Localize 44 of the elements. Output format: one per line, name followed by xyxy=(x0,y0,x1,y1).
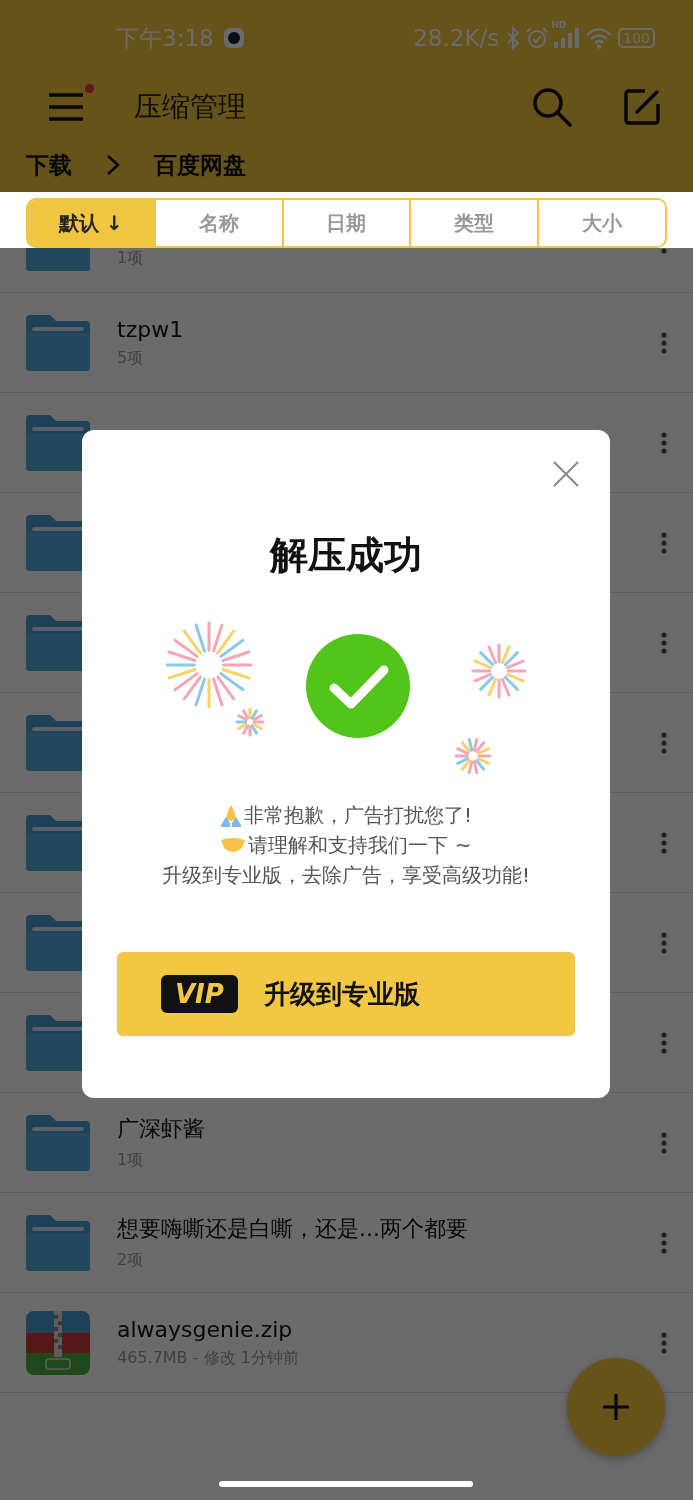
file-name: tzpw1 xyxy=(117,316,185,342)
wifi-icon xyxy=(585,27,614,49)
file-name: alwaysgenie.zip xyxy=(117,1316,294,1342)
sort-tab[interactable]: 默认 ↓ xyxy=(28,200,154,246)
dialog-message: 非常抱歉，广告打扰您了! xyxy=(244,802,472,829)
status-time: 下午3:18 xyxy=(116,23,214,53)
search-icon xyxy=(531,86,573,128)
alarm-icon xyxy=(525,26,550,50)
app-title: 压缩管理 xyxy=(134,89,246,125)
breadcrumb-item[interactable]: 百度网盘 xyxy=(154,149,246,181)
file-name: 想要嗨嘶还是白嘶，还是...两个都要 xyxy=(117,1215,469,1243)
folder-icon xyxy=(26,1114,90,1171)
search-button[interactable] xyxy=(531,86,573,128)
app-notification-icon xyxy=(222,27,245,49)
vip-badge: VIP xyxy=(161,975,238,1013)
plus-icon xyxy=(602,1393,630,1421)
sort-tab[interactable]: 大小 xyxy=(537,200,665,246)
signal-icon xyxy=(554,28,581,48)
folder-icon xyxy=(26,314,90,371)
edit-icon xyxy=(623,88,661,126)
edit-button[interactable] xyxy=(623,88,661,126)
menu-icon xyxy=(48,92,84,122)
upgrade-label: 升级到专业版 xyxy=(263,977,420,1011)
praying-hands-icon xyxy=(220,803,242,827)
hd-label: HD xyxy=(551,20,567,30)
firework-icon xyxy=(471,643,527,699)
dialog-title: 解压成功 xyxy=(270,532,422,579)
bluetooth-icon xyxy=(506,26,521,50)
menu-button[interactable] xyxy=(48,82,94,122)
folder-icon xyxy=(26,1214,90,1271)
breadcrumb-item[interactable]: 下载 xyxy=(26,149,72,181)
chevron-icon xyxy=(106,154,120,176)
success-check-icon xyxy=(306,634,410,738)
firework-icon xyxy=(454,737,492,775)
dialog-message: 升级到专业版，去除广告，享受高级功能! xyxy=(162,862,530,889)
network-speed: 28.2K/s xyxy=(413,25,500,51)
close-icon xyxy=(553,461,579,487)
close-button[interactable] xyxy=(553,461,579,487)
folder-icon xyxy=(26,414,90,471)
upgrade-button[interactable]: VIP 升级到专业版 xyxy=(117,952,575,1036)
dialog-message: 请理解和支持我们一下 ~ xyxy=(248,832,472,859)
zip-file-icon xyxy=(26,1310,90,1375)
battery-indicator: 100 xyxy=(618,28,655,48)
file-name: 广深虾酱 xyxy=(117,1115,206,1143)
